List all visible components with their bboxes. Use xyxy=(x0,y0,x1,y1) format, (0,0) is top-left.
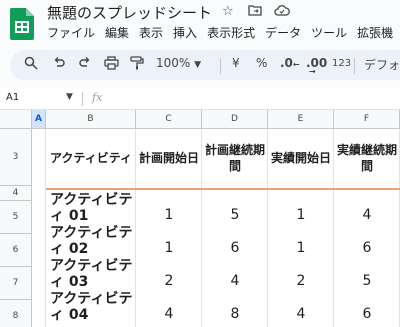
decrease-decimal-button[interactable]: .0← xyxy=(280,56,300,70)
planned-start-03: 2 xyxy=(164,273,174,289)
planned-duration-03: 4 xyxy=(230,273,240,289)
spreadsheet-app: 無題のスプレッドシート ☆ ファイル 編集 表示 挿入 表示形式 データ ツール 拡張機 10… xyxy=(0,0,400,327)
zoom-select[interactable]: 100% ▼ xyxy=(156,56,201,70)
planned-start-04: 4 xyxy=(164,306,174,322)
formula-bar-divider xyxy=(82,92,83,106)
activity-name-04: アクティビティ 04 xyxy=(50,291,133,323)
menu-view[interactable]: 表示 xyxy=(139,24,163,41)
column-a-cells[interactable] xyxy=(32,129,46,327)
increase-decimal-button[interactable]: .00 → xyxy=(306,56,327,76)
menu-insert[interactable]: 挿入 xyxy=(173,24,197,41)
actual-duration-03: 5 xyxy=(362,273,372,289)
row-header-4[interactable]: 4 xyxy=(0,186,32,201)
planned-start-02: 1 xyxy=(164,240,174,256)
planned-duration-01: 5 xyxy=(230,207,240,223)
search-icon[interactable] xyxy=(24,56,38,73)
actual-duration-01: 4 xyxy=(362,207,372,223)
toolbar: 100% ▼ ¥ % .0← .00 → 123 デフォ xyxy=(10,50,400,80)
row-header-6[interactable]: 6 xyxy=(0,234,32,267)
row-header-7[interactable]: 7 xyxy=(0,267,32,300)
redo-icon[interactable] xyxy=(78,56,92,73)
number-format-button[interactable]: 123 xyxy=(332,58,351,69)
print-icon[interactable] xyxy=(104,56,119,73)
undo-icon[interactable] xyxy=(52,56,66,73)
font-family-select[interactable]: デフォ xyxy=(364,56,400,73)
name-box[interactable]: A1 xyxy=(6,92,19,103)
header-planned-start: 計画開始日 xyxy=(138,151,199,165)
actual-start-04: 4 xyxy=(296,306,306,322)
column-header-f[interactable]: F xyxy=(334,110,400,129)
currency-format-button[interactable]: ¥ xyxy=(232,56,240,70)
decrease-decimal-label: .0 xyxy=(280,56,293,70)
row-header-5[interactable]: 5 xyxy=(0,201,32,234)
chevron-down-icon: ▼ xyxy=(194,60,202,70)
name-box-dropdown-icon[interactable]: ▼ xyxy=(66,92,73,102)
header-underline xyxy=(46,188,400,190)
header-actual-start: 実績開始日 xyxy=(270,151,331,165)
fx-icon: fx xyxy=(92,91,103,104)
column-header-d[interactable]: D xyxy=(202,110,268,129)
row-header-3[interactable]: 3 xyxy=(0,129,32,186)
menu-extensions[interactable]: 拡張機 xyxy=(357,24,393,41)
zoom-value: 100% xyxy=(156,56,191,70)
folder-move-icon[interactable] xyxy=(248,4,262,20)
planned-duration-02: 6 xyxy=(230,240,240,256)
spreadsheet-grid: A B C D E F 3 4 5 6 7 8 アクティビティ 計画開始日 計画… xyxy=(0,110,400,327)
actual-start-02: 1 xyxy=(296,240,306,256)
activity-name-01: アクティビティ 01 xyxy=(50,192,133,224)
toolbar-divider xyxy=(354,58,355,74)
menu-edit[interactable]: 編集 xyxy=(105,24,129,41)
column-header-b[interactable]: B xyxy=(46,110,136,129)
actual-start-03: 2 xyxy=(296,273,306,289)
formula-bar: A1 ▼ fx xyxy=(0,88,400,110)
column-header-c[interactable]: C xyxy=(136,110,202,129)
column-header-e[interactable]: E xyxy=(268,110,334,129)
toolbar-divider xyxy=(220,58,221,74)
actual-duration-02: 6 xyxy=(362,240,372,256)
sheets-logo-icon[interactable] xyxy=(10,8,34,40)
menu-tools[interactable]: ツール xyxy=(311,24,347,41)
header-activity: アクティビティ xyxy=(50,151,132,165)
paint-format-icon[interactable] xyxy=(130,56,144,73)
actual-start-01: 1 xyxy=(296,207,306,223)
percent-format-button[interactable]: % xyxy=(256,56,267,70)
actual-duration-04: 6 xyxy=(362,306,372,322)
column-header-a[interactable]: A xyxy=(32,110,46,129)
header-actual-duration: 実績継続期間 xyxy=(336,143,397,173)
menu-file[interactable]: ファイル xyxy=(47,24,95,41)
arrow-right-icon: → xyxy=(309,67,316,76)
star-icon[interactable]: ☆ xyxy=(222,4,234,19)
menu-bar: ファイル 編集 表示 挿入 表示形式 データ ツール 拡張機 xyxy=(47,24,400,42)
row-header-8[interactable]: 8 xyxy=(0,300,32,327)
activity-name-03: アクティビティ 03 xyxy=(50,258,133,290)
menu-data[interactable]: データ xyxy=(265,24,301,41)
header-planned-duration: 計画継続期間 xyxy=(204,143,265,173)
arrow-left-icon: ← xyxy=(292,60,300,69)
document-title[interactable]: 無題のスプレッドシート xyxy=(47,2,212,23)
planned-duration-04: 8 xyxy=(230,306,240,322)
cloud-status-icon[interactable] xyxy=(274,4,290,20)
select-all-corner[interactable] xyxy=(0,110,32,129)
planned-start-01: 1 xyxy=(164,207,174,223)
activity-name-02: アクティビティ 02 xyxy=(50,225,133,257)
menu-format[interactable]: 表示形式 xyxy=(207,24,255,41)
title-bar: 無題のスプレッドシート ☆ ファイル 編集 表示 挿入 表示形式 データ ツール 拡張機 xyxy=(0,0,400,48)
